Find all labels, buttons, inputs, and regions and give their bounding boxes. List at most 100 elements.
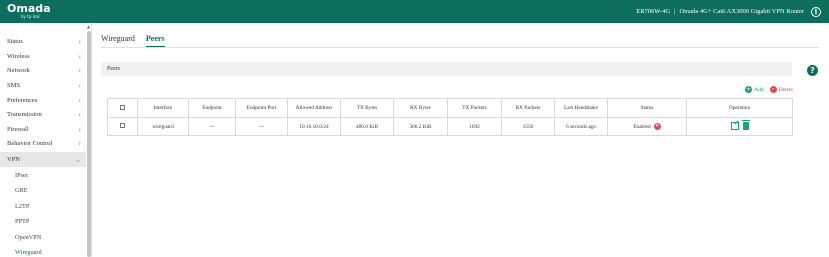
sidebar-subitem-label: L2TP [15, 202, 30, 210]
sidebar-subitem-label: GRE [15, 186, 28, 194]
sidebar-item-vpn[interactable]: VPN ⌄ [0, 152, 86, 167]
chevron-right-icon: › [78, 67, 81, 75]
status-text: Enabled [633, 123, 651, 130]
column-header: Allowed Address [287, 98, 341, 118]
tab-divider [101, 47, 819, 48]
cell-rx-bytes: 366.2 KiB [393, 117, 448, 136]
sidebar-item-status[interactable]: Status › [0, 34, 86, 49]
sidebar-item-preferences[interactable]: Preferences › [0, 93, 86, 108]
sidebar-subitem-ipsec[interactable]: IPsec [0, 168, 86, 182]
section-title: Peers [107, 66, 120, 72]
chevron-right-icon: › [78, 97, 81, 105]
sidebar-subitem-label: IPsec [15, 171, 29, 179]
device-model: ER706W-4G [636, 8, 671, 15]
sidebar-item-label: Firewall [7, 126, 29, 133]
cell-tx-bytes: 486.0 KiB [340, 117, 394, 136]
minus-icon: - [769, 86, 777, 93]
sidebar: Status › Wireless › Network › SMS › Preferen… [0, 23, 92, 257]
device-description: Omada 4G+ Cat6 AX3000 Gigabit VPN Router [679, 8, 804, 15]
plus-icon: + [745, 85, 753, 93]
column-header: Endpoint Port [235, 98, 288, 118]
add-button[interactable]: + Add [745, 85, 764, 93]
cell-tx-packets: 1692 [447, 117, 502, 136]
tab-bar: Wireguard Peers [101, 34, 176, 47]
cell-endpoint-port: --- [235, 117, 288, 136]
sidebar-item-wireless[interactable]: Wireless › [0, 49, 86, 64]
edit-icon[interactable] [730, 121, 739, 130]
delete-label: Delete [778, 86, 793, 93]
section-header: Peers [101, 62, 792, 76]
delete-button[interactable]: - Delete [769, 86, 793, 93]
operation-icons [730, 119, 750, 130]
cell-last-handshake: 6 seconds ago [554, 117, 608, 136]
sidebar-item-label: Network [7, 67, 30, 74]
top-header: Omada by tp-link ER706W-4G | Omada 4G+ C… [0, 0, 829, 23]
trash-icon[interactable] [741, 119, 750, 130]
status-wrap: Enabled ✕ [633, 123, 661, 130]
chevron-right-icon: › [78, 126, 81, 134]
sidebar-item-label: Behavior Control [7, 140, 53, 147]
chevron-right-icon: › [78, 53, 81, 61]
chevron-right-icon: › [78, 140, 81, 148]
column-header: Endpoint [188, 98, 236, 118]
sidebar-item-label: VPN [7, 156, 21, 163]
column-header: Status [607, 98, 687, 118]
logo-text: Omada [7, 2, 51, 15]
chevron-right-icon: › [78, 111, 81, 119]
table-header-row: Interface Endpoint Endpoint Port Allowed… [107, 98, 793, 118]
peers-table: Interface Endpoint Endpoint Port Allowed… [107, 98, 793, 136]
chevron-right-icon: › [78, 38, 81, 46]
column-header: TX Packets [447, 98, 502, 118]
table-row: wireguard --- --- 10.10.10.0/24 486.0 Ki… [107, 117, 793, 136]
add-label: Add [754, 86, 764, 93]
chevron-down-icon: ⌄ [75, 156, 81, 164]
sidebar-item-network[interactable]: Network › [0, 63, 86, 78]
cell-status: Enabled ✕ [607, 117, 687, 136]
help-icon[interactable]: ? [807, 65, 818, 76]
cell-endpoint: --- [188, 117, 236, 136]
chevron-right-icon: › [78, 82, 81, 90]
select-all-checkbox[interactable] [120, 104, 125, 110]
sidebar-item-label: Preferences [7, 97, 38, 104]
column-header: Interface [137, 98, 189, 118]
cell-interface: wireguard [137, 117, 189, 136]
sidebar-item-label: SMS [7, 82, 21, 89]
row-checkbox[interactable] [120, 123, 125, 128]
sidebar-item-label: Status [7, 38, 23, 45]
column-header: RX Packets [501, 98, 555, 118]
sidebar-item-behavior-control[interactable]: Behavior Control › [0, 136, 86, 151]
tab-wireguard[interactable]: Wireguard [101, 34, 135, 47]
info-icon[interactable]: i [811, 6, 821, 17]
sidebar-subitem-label: OpenVPN [15, 233, 42, 241]
table-actions: + Add - Delete [739, 86, 793, 93]
sidebar-subitem-label: PPTP [15, 217, 30, 225]
row-select-cell [107, 117, 138, 136]
sidebar-item-label: Wireless [7, 53, 30, 60]
omada-logo: Omada by tp-link [7, 3, 51, 19]
scroll-up-arrow-icon[interactable]: ▲ [87, 24, 90, 29]
column-header: Last Handshake [554, 98, 608, 118]
logo-subtext: by tp-link [21, 14, 40, 19]
sidebar-subitem-gre[interactable]: GRE [0, 183, 86, 197]
tab-peers[interactable]: Peers [145, 34, 165, 47]
column-header: Operation [686, 98, 793, 118]
cell-rx-packets: 1550 [501, 117, 555, 136]
sidebar-subitem-openvpn[interactable]: OpenVPN [0, 230, 86, 244]
cell-allowed-address: 10.10.10.0/24 [287, 117, 341, 136]
sidebar-subitem-pptp[interactable]: PPTP [0, 214, 86, 228]
separator: | [674, 8, 676, 15]
sidebar-item-label: Transmission [7, 111, 42, 118]
sidebar-item-sms[interactable]: SMS › [0, 78, 86, 93]
device-info: ER706W-4G | Omada 4G+ Cat6 AX3000 Gigabi… [636, 0, 821, 23]
column-header: RX Bytes [393, 98, 448, 118]
sidebar-subitem-wireguard[interactable]: Wireguard [0, 245, 86, 257]
cell-operation [686, 117, 793, 136]
sidebar-item-transmission[interactable]: Transmission › [0, 107, 86, 122]
sidebar-subitem-label: Wireguard [15, 248, 42, 256]
sidebar-scrollbar[interactable] [87, 31, 91, 257]
select-all-cell [107, 98, 138, 118]
column-header: TX Bytes [340, 98, 394, 118]
disable-x-icon[interactable]: ✕ [653, 123, 661, 130]
sidebar-item-firewall[interactable]: Firewall › [0, 122, 86, 137]
sidebar-subitem-l2tp[interactable]: L2TP [0, 199, 86, 213]
